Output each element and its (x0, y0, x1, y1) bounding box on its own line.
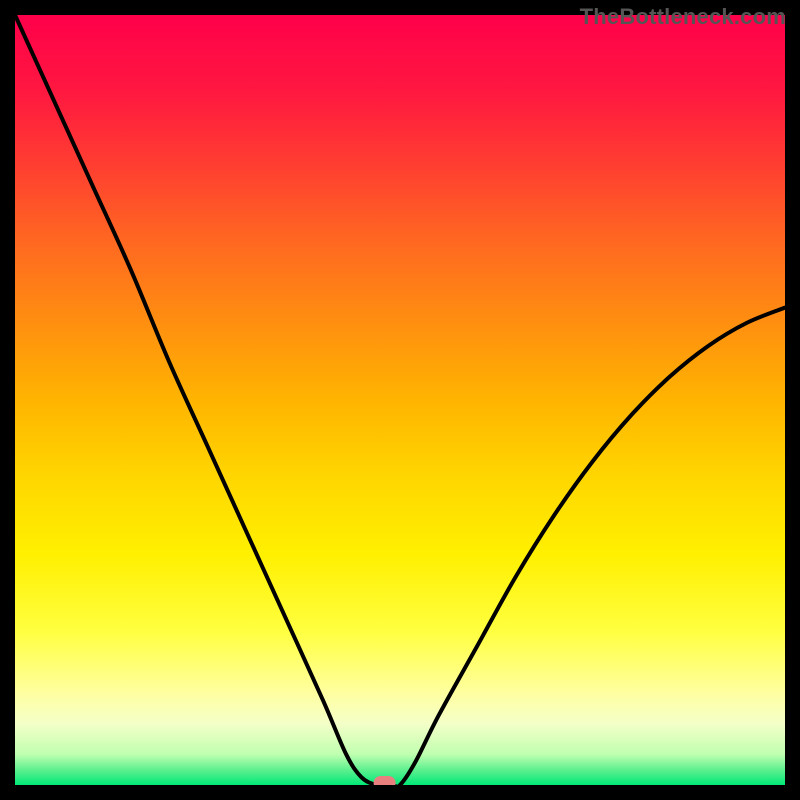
plot-area (15, 15, 785, 785)
gradient-background (15, 15, 785, 785)
optimal-marker (374, 776, 396, 785)
chart-frame: TheBottleneck.com (0, 0, 800, 800)
watermark-label: TheBottleneck.com (580, 4, 786, 30)
chart-svg (15, 15, 785, 785)
